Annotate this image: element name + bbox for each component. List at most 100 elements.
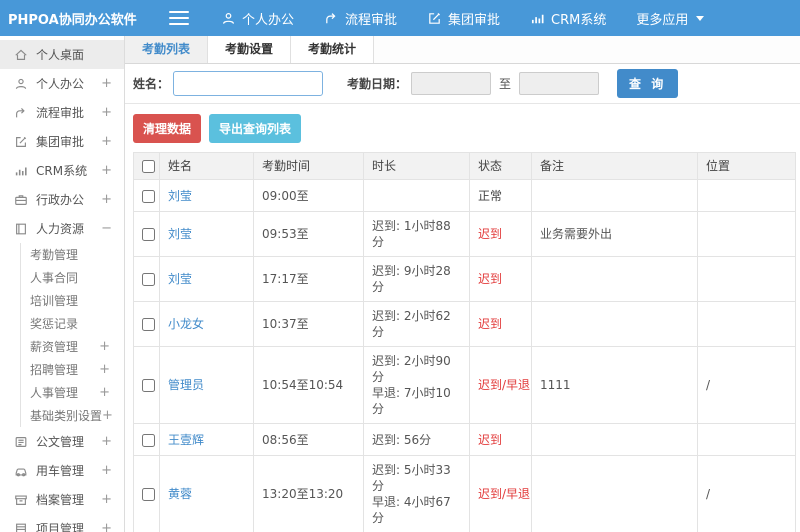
collapse-minus-icon[interactable]: − — [101, 222, 112, 235]
sidebar-item-basic-category-settings[interactable]: 基础类别设置 + — [21, 404, 124, 427]
select-all-checkbox[interactable] — [142, 160, 155, 173]
nav-item-label: 流程审批 — [345, 12, 398, 28]
employee-name-link[interactable]: 黄蓉 — [168, 487, 192, 501]
expand-plus-icon[interactable]: + — [101, 464, 112, 477]
expand-plus-icon[interactable]: + — [101, 106, 112, 119]
sidebar-item-label: 人事合同 — [30, 271, 79, 285]
sidebar-item-admin-office[interactable]: 行政办公 + — [0, 185, 124, 214]
sidebar-item-label: CRM系统 — [36, 164, 88, 178]
sidebar-item-salary-management[interactable]: 薪资管理 + — [21, 335, 124, 358]
book-icon — [14, 222, 28, 236]
name-cell: 管理员 — [159, 346, 254, 424]
status-cell: 迟到 — [469, 211, 532, 257]
sidebar-item-reward-punishment-records[interactable]: 奖惩记录 — [21, 312, 124, 335]
search-button[interactable]: 查 询 — [617, 69, 679, 98]
sidebar-item-document-management[interactable]: 公文管理 + — [0, 427, 124, 456]
expand-plus-icon[interactable]: + — [101, 193, 112, 206]
name-cell: 王壹辉 — [159, 423, 254, 456]
name-cell: 黄蓉 — [159, 455, 254, 532]
name-filter-input[interactable] — [173, 71, 324, 96]
chart-icon — [14, 164, 28, 178]
main-content: 考勤列表 考勤设置 考勤统计 姓名： 考勤日期： 至 查 询 清理数据 导出查询列表 — [125, 36, 800, 532]
expand-plus-icon[interactable]: + — [102, 409, 113, 422]
top-header: PHPOA协同办公软件 个人办公 流程审批 集团审批 CRM系统 更多应用 — [0, 0, 800, 36]
sidebar-item-crm-system[interactable]: CRM系统 + — [0, 156, 124, 185]
employee-name-link[interactable]: 管理员 — [168, 378, 204, 392]
column-header: 考勤时间 — [253, 152, 364, 180]
expand-plus-icon[interactable]: + — [101, 493, 112, 506]
archive-icon — [14, 493, 28, 507]
export-list-button[interactable]: 导出查询列表 — [209, 114, 302, 143]
nav-item-group-approval[interactable]: 集团审批 — [427, 9, 500, 28]
sidebar-item-label: 行政办公 — [36, 193, 85, 207]
expand-plus-icon[interactable]: + — [99, 386, 110, 399]
share-icon — [14, 106, 28, 120]
sidebar-item-human-resources[interactable]: 人力资源 − — [0, 214, 124, 243]
share-icon — [324, 11, 339, 26]
sidebar-item-group-approval[interactable]: 集团审批 + — [0, 127, 124, 156]
row-checkbox-cell — [133, 179, 160, 212]
expand-plus-icon[interactable]: + — [99, 340, 110, 353]
row-checkbox[interactable] — [142, 433, 155, 447]
folder-icon — [14, 522, 28, 532]
row-checkbox[interactable] — [142, 488, 155, 501]
status-badge: 迟到/早退 — [478, 378, 531, 392]
clear-data-button[interactable]: 清理数据 — [133, 114, 202, 143]
remark-cell: 1111 — [531, 346, 698, 424]
sidebar-item-label: 奖惩记录 — [30, 317, 79, 331]
status-badge: 迟到 — [478, 227, 503, 241]
nav-item-workflow-approval[interactable]: 流程审批 — [324, 9, 397, 28]
sidebar-item-workflow-approval[interactable]: 流程审批 + — [0, 98, 124, 127]
nav-item-personal-office[interactable]: 个人办公 — [221, 9, 294, 28]
attendance-time-cell: 10:37至 — [253, 301, 364, 347]
remark-cell — [531, 423, 698, 456]
status-cell: 迟到 — [469, 256, 532, 302]
tab-attendance-statistics[interactable]: 考勤统计 — [291, 36, 375, 63]
duration-cell: 迟到: 1小时88分 — [363, 211, 470, 257]
sidebar-item-personal-desktop[interactable]: 个人桌面 — [0, 40, 124, 69]
date-filter-label: 考勤日期： — [347, 77, 408, 91]
remark-cell — [531, 179, 698, 212]
briefcase-icon — [14, 193, 28, 207]
table-row: 刘莹 09:00至 正常 — [133, 179, 796, 212]
row-checkbox[interactable] — [142, 379, 155, 392]
expand-plus-icon[interactable]: + — [101, 164, 112, 177]
sidebar-item-recruitment-management[interactable]: 招聘管理 + — [21, 358, 124, 381]
expand-plus-icon[interactable]: + — [101, 77, 112, 90]
employee-name-link[interactable]: 刘莹 — [168, 189, 192, 203]
date-to-input[interactable] — [519, 72, 600, 95]
tab-attendance-list[interactable]: 考勤列表 — [125, 36, 209, 63]
row-checkbox[interactable] — [142, 228, 155, 241]
sidebar-item-archive-management[interactable]: 档案管理 + — [0, 485, 124, 514]
duration-cell — [363, 179, 470, 212]
sidebar-item-vehicle-management[interactable]: 用车管理 + — [0, 456, 124, 485]
employee-name-link[interactable]: 刘莹 — [168, 227, 192, 241]
sidebar-item-project-management[interactable]: 项目管理 + — [0, 514, 124, 532]
sidebar-item-attendance-management[interactable]: 考勤管理 — [21, 243, 124, 266]
row-checkbox[interactable] — [142, 273, 155, 286]
status-badge: 迟到 — [478, 317, 503, 331]
nav-item-more-apps[interactable]: 更多应用 — [636, 9, 705, 28]
expand-plus-icon[interactable]: + — [101, 522, 112, 532]
expand-plus-icon[interactable]: + — [101, 435, 112, 448]
employee-name-link[interactable]: 刘莹 — [168, 272, 192, 286]
row-checkbox[interactable] — [142, 189, 155, 203]
menu-toggle-icon[interactable] — [169, 11, 189, 25]
expand-plus-icon[interactable]: + — [99, 363, 110, 376]
remark-cell: 业务需要外出 — [531, 211, 698, 257]
sidebar-item-personal-office[interactable]: 个人办公 + — [0, 69, 124, 98]
employee-name-link[interactable]: 小龙女 — [168, 317, 204, 331]
caret-down-icon — [696, 15, 705, 21]
sidebar-item-training-management[interactable]: 培训管理 — [21, 289, 124, 312]
nav-item-crm-system[interactable]: CRM系统 — [530, 9, 606, 28]
employee-name-link[interactable]: 王壹辉 — [168, 433, 204, 447]
sidebar-item-hr-contract[interactable]: 人事合同 — [21, 266, 124, 289]
tab-attendance-settings[interactable]: 考勤设置 — [208, 36, 292, 63]
row-checkbox[interactable] — [142, 318, 155, 331]
sidebar-item-personnel-management[interactable]: 人事管理 + — [21, 381, 124, 404]
date-from-input[interactable] — [411, 72, 492, 95]
remark-cell — [531, 301, 698, 347]
sidebar-submenu: 考勤管理人事合同培训管理奖惩记录薪资管理 + 招聘管理 + 人事管理 + 基础类别设置 + — [20, 243, 124, 427]
tab-bar: 考勤列表 考勤设置 考勤统计 — [125, 36, 800, 64]
expand-plus-icon[interactable]: + — [101, 135, 112, 148]
